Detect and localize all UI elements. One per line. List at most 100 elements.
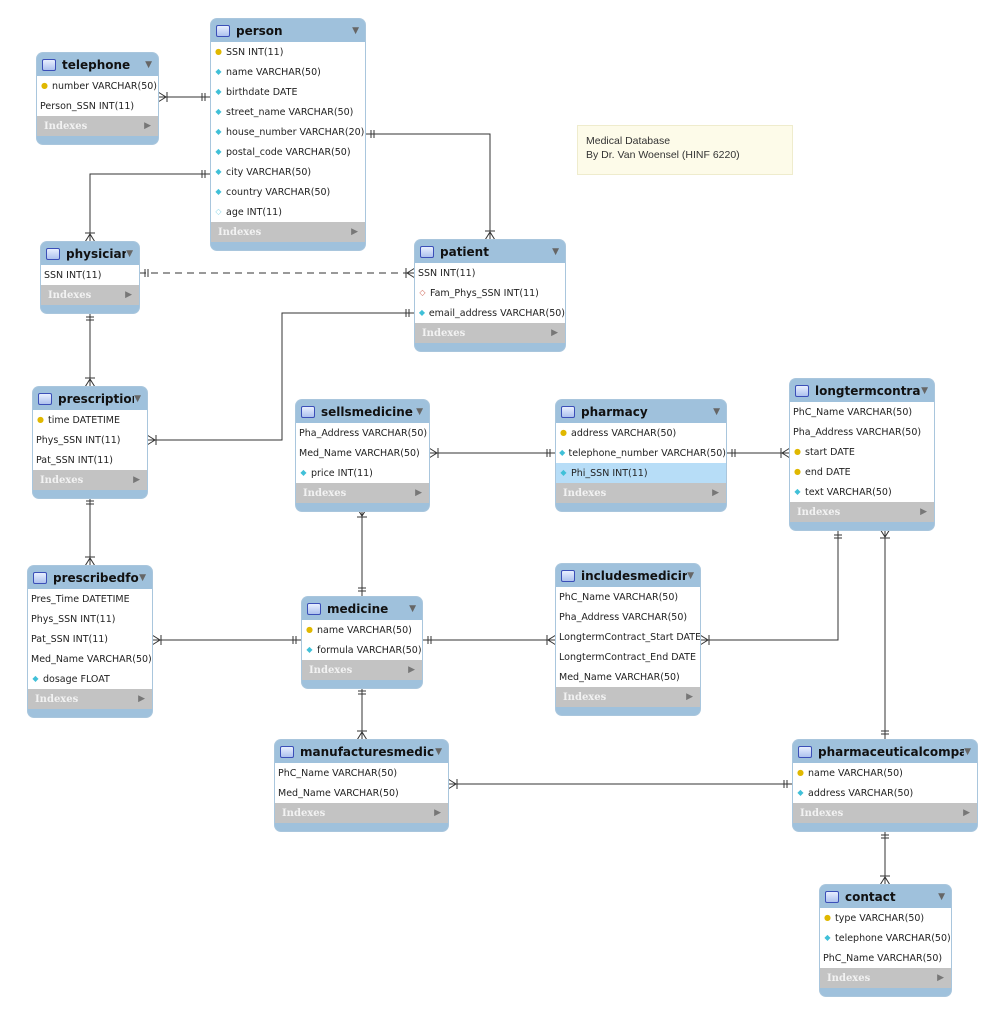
diagram-note[interactable]: Medical Database By Dr. Van Woensel (HIN… (577, 125, 793, 175)
column-row[interactable]: ◆ name VARCHAR(50) (211, 62, 365, 82)
column-row[interactable]: Med_Name VARCHAR(50) (275, 783, 448, 803)
column-row[interactable]: ● name VARCHAR(50) (302, 620, 422, 640)
indexes-section[interactable]: Indexes ▶ (790, 502, 934, 522)
expand-indexes-icon[interactable]: ▶ (144, 121, 151, 131)
collapse-toggle-icon[interactable]: ▼ (145, 60, 152, 70)
table-header[interactable]: telephone ▼ (37, 53, 158, 76)
expand-indexes-icon[interactable]: ▶ (551, 328, 558, 338)
indexes-section[interactable]: Indexes ▶ (33, 470, 147, 490)
table-header[interactable]: medicine ▼ (302, 597, 422, 620)
column-row[interactable]: ◇ Fam_Phys_SSN INT(11) (415, 283, 565, 303)
indexes-section[interactable]: Indexes ▶ (41, 285, 139, 305)
table-header[interactable]: prescribedfor ▼ (28, 566, 152, 589)
indexes-section[interactable]: Indexes ▶ (211, 222, 365, 242)
expand-indexes-icon[interactable]: ▶ (408, 665, 415, 675)
column-row[interactable]: ◆ telephone_number VARCHAR(50) (556, 443, 726, 463)
table-header[interactable]: includesmedicine ▼ (556, 564, 700, 587)
column-row[interactable]: Person_SSN INT(11) (37, 96, 158, 116)
column-row[interactable]: ● time DATETIME (33, 410, 147, 430)
column-row[interactable]: Pres_Time DATETIME (28, 589, 152, 609)
column-row[interactable]: PhC_Name VARCHAR(50) (275, 763, 448, 783)
column-row[interactable]: SSN INT(11) (415, 263, 565, 283)
column-row[interactable]: ◆ dosage FLOAT (28, 669, 152, 689)
table-header[interactable]: person ▼ (211, 19, 365, 42)
table-patient[interactable]: patient ▼ SSN INT(11) ◇ Fam_Phys_SSN INT(11)… (415, 240, 565, 351)
column-row[interactable]: Pat_SSN INT(11) (33, 450, 147, 470)
table-person[interactable]: person ▼ ● SSN INT(11) ◆ name VARCHAR(50) ◆ bir… (211, 19, 365, 250)
expand-indexes-icon[interactable]: ▶ (920, 507, 927, 517)
table-contact[interactable]: contact ▼ ● type VARCHAR(50) ◆ telephone VARC… (820, 885, 951, 996)
column-row[interactable]: ◆ house_number VARCHAR(20) (211, 122, 365, 142)
indexes-section[interactable]: Indexes ▶ (820, 968, 951, 988)
expand-indexes-icon[interactable]: ▶ (133, 475, 140, 485)
table-header[interactable]: physician ▼ (41, 242, 139, 265)
collapse-toggle-icon[interactable]: ▼ (126, 249, 133, 259)
expand-indexes-icon[interactable]: ▶ (125, 290, 132, 300)
table-header[interactable]: longtermcontract▼ (790, 379, 934, 402)
indexes-section[interactable]: Indexes ▶ (302, 660, 422, 680)
rel-includesmedicine-longtermcontract[interactable] (700, 529, 839, 641)
column-row[interactable]: ◆ email_address VARCHAR(50) (415, 303, 565, 323)
expand-indexes-icon[interactable]: ▶ (138, 694, 145, 704)
column-row[interactable]: LongtermContract_End DATE (556, 647, 700, 667)
column-row[interactable]: ● start DATE (790, 442, 934, 462)
indexes-section[interactable]: Indexes ▶ (793, 803, 977, 823)
column-row[interactable]: Pha_Address VARCHAR(50) (556, 607, 700, 627)
rel-person-physician[interactable] (89, 173, 211, 242)
column-row[interactable]: ◆ telephone VARCHAR(50) (820, 928, 951, 948)
table-manufacturesmedicine[interactable]: manufacturesmedicine▼PhC_Name VARCHAR(50… (275, 740, 448, 831)
collapse-toggle-icon[interactable]: ▼ (713, 407, 720, 417)
column-row[interactable]: Pha_Address VARCHAR(50) (296, 423, 429, 443)
indexes-section[interactable]: Indexes ▶ (415, 323, 565, 343)
expand-indexes-icon[interactable]: ▶ (963, 808, 970, 818)
rel-person-patient[interactable] (365, 133, 491, 240)
table-pharmaceuticalcompany[interactable]: pharmaceuticalcompany▼ ● name VARCHAR(50) ◆… (793, 740, 977, 831)
table-prescription[interactable]: prescription ▼ ● time DATETIME Phys_SSN INT(… (33, 387, 147, 498)
column-row[interactable]: ● SSN INT(11) (211, 42, 365, 62)
table-medicine[interactable]: medicine ▼ ● name VARCHAR(50) ◆ formula VARCH… (302, 597, 422, 688)
column-row[interactable]: PhC_Name VARCHAR(50) (556, 587, 700, 607)
table-prescribedfor[interactable]: prescribedfor ▼ Pres_Time DATETIME Phys_SSN… (28, 566, 152, 717)
expand-indexes-icon[interactable]: ▶ (686, 692, 693, 702)
collapse-toggle-icon[interactable]: ▼ (139, 573, 146, 583)
expand-indexes-icon[interactable]: ▶ (351, 227, 358, 237)
column-row[interactable]: ◆ Phi_SSN INT(11) (556, 463, 726, 483)
collapse-toggle-icon[interactable]: ▼ (435, 747, 442, 757)
column-row[interactable]: ◆ street_name VARCHAR(50) (211, 102, 365, 122)
table-header[interactable]: patient ▼ (415, 240, 565, 263)
column-row[interactable]: SSN INT(11) (41, 265, 139, 285)
table-longtermcontract[interactable]: longtermcontract▼ PhC_Name VARCHAR(50) Pha… (790, 379, 934, 530)
column-row[interactable]: Med_Name VARCHAR(50) (28, 649, 152, 669)
column-row[interactable]: Pha_Address VARCHAR(50) (790, 422, 934, 442)
column-row[interactable]: ◇ age INT(11) (211, 202, 365, 222)
table-telephone[interactable]: telephone ▼ ● number VARCHAR(50) Person_SSN … (37, 53, 158, 144)
table-header[interactable]: pharmaceuticalcompany▼ (793, 740, 977, 763)
collapse-toggle-icon[interactable]: ▼ (964, 747, 971, 757)
column-row[interactable]: ◆ formula VARCHAR(50) (302, 640, 422, 660)
column-row[interactable]: Phys_SSN INT(11) (28, 609, 152, 629)
er-diagram-canvas[interactable]: Medical Database By Dr. Van Woensel (HIN… (0, 0, 996, 1024)
column-row[interactable]: PhC_Name VARCHAR(50) (790, 402, 934, 422)
column-row[interactable]: ● number VARCHAR(50) (37, 76, 158, 96)
indexes-section[interactable]: Indexes ▶ (556, 687, 700, 707)
collapse-toggle-icon[interactable]: ▼ (134, 394, 141, 404)
collapse-toggle-icon[interactable]: ▼ (352, 26, 359, 36)
table-header[interactable]: prescription ▼ (33, 387, 147, 410)
table-includesmedicine[interactable]: includesmedicine ▼ PhC_Name VARCHAR(50) Pha… (556, 564, 700, 715)
table-header[interactable]: manufacturesmedicine▼ (275, 740, 448, 763)
collapse-toggle-icon[interactable]: ▼ (687, 571, 694, 581)
column-row[interactable]: Phys_SSN INT(11) (33, 430, 147, 450)
column-row[interactable]: ● name VARCHAR(50) (793, 763, 977, 783)
table-header[interactable]: contact ▼ (820, 885, 951, 908)
table-pharmacy[interactable]: pharmacy ▼ ● address VARCHAR(50) ◆ telephone_… (556, 400, 726, 511)
column-row[interactable]: ● type VARCHAR(50) (820, 908, 951, 928)
column-row[interactable]: ◆ postal_code VARCHAR(50) (211, 142, 365, 162)
column-row[interactable]: Med_Name VARCHAR(50) (296, 443, 429, 463)
column-row[interactable]: ◆ city VARCHAR(50) (211, 162, 365, 182)
expand-indexes-icon[interactable]: ▶ (434, 808, 441, 818)
collapse-toggle-icon[interactable]: ▼ (921, 386, 928, 396)
indexes-section[interactable]: Indexes ▶ (296, 483, 429, 503)
column-row[interactable]: ◆ address VARCHAR(50) (793, 783, 977, 803)
collapse-toggle-icon[interactable]: ▼ (416, 407, 423, 417)
column-row[interactable]: ● end DATE (790, 462, 934, 482)
